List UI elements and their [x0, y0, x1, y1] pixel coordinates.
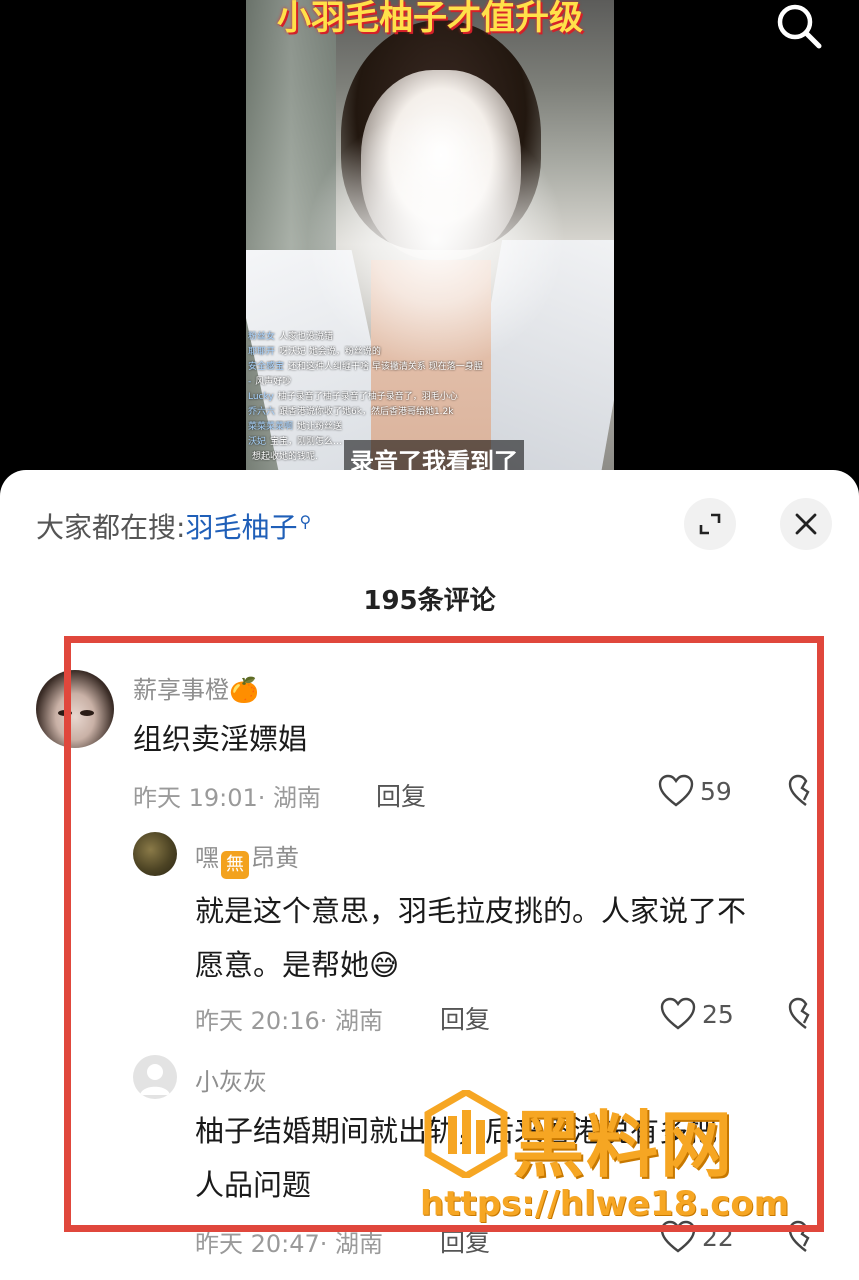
comment-nickname[interactable]: 小灰灰: [195, 1062, 267, 1097]
avatar-eye: [58, 710, 72, 716]
nickname-badge: 無: [221, 851, 249, 879]
comment-meta: 昨天 19:01· 湖南: [133, 784, 322, 812]
video-frame[interactable]: 小羽毛柚子才值升级 粉丝女 人家也没说错 耶耶开 呀沃妃 她会说，粉丝说的 安全感宝…: [246, 0, 614, 470]
chat-line: - 风声好吵: [248, 377, 292, 387]
orange-emoji: 🍊: [229, 676, 259, 704]
comment-nickname[interactable]: 嘿無昂黄: [195, 838, 299, 879]
expand-icon: [699, 513, 721, 535]
broken-heart-icon: [788, 997, 810, 1029]
video-title-overlay: 小羽毛柚子才值升级: [277, 0, 583, 38]
comment-text: 组织卖淫嫖娼: [133, 722, 308, 756]
trending-search-prefix: 大家都在搜:: [36, 511, 186, 544]
comment-text: 柚子结婚期间就出轨，后来香港说有多把 人品问题: [195, 1114, 718, 1202]
broken-heart-icon: [788, 774, 810, 806]
comment-meta: 昨天 20:47· 湖南: [195, 1230, 384, 1258]
chat-line: Lucky 柚子录音了柚子录音了柚子录音了，羽毛小心: [248, 392, 458, 402]
like-button[interactable]: 22: [660, 1220, 734, 1254]
video-player[interactable]: 小羽毛柚子才值升级 粉丝女 人家也没说错 耶耶开 呀沃妃 她会说，粉丝说的 安全感宝…: [0, 0, 859, 500]
like-count: 22: [702, 1222, 734, 1252]
close-icon: [795, 513, 817, 535]
heart-icon: [658, 774, 694, 807]
dislike-button[interactable]: [788, 1220, 818, 1258]
like-button[interactable]: 59: [658, 774, 732, 808]
avatar[interactable]: [36, 670, 114, 748]
reply-button[interactable]: 回复: [440, 1223, 490, 1259]
comment-text: 就是这个意思，羽毛拉皮挑的。人家说了不 愿意。是帮她😅: [195, 894, 747, 982]
default-avatar-icon: [140, 1064, 170, 1095]
comment-sheet: 大家都在搜:羽毛柚子 ⚲ 195条评论 薪享事橙🍊 组织卖淫嫖娼 昨天 19:01…: [0, 470, 859, 1280]
expand-button[interactable]: [684, 498, 736, 550]
search-mini-icon: ⚲: [299, 512, 312, 531]
comment-meta: 昨天 20:16· 湖南: [195, 1007, 384, 1035]
chat-line: 耶耶开 呀沃妃 她会说，粉丝说的: [248, 347, 381, 357]
trending-search-keyword[interactable]: 羽毛柚子: [185, 511, 297, 544]
chat-line: 乔六六 跟香港说你收了她6k，然后香港哥给她1.2k: [248, 407, 454, 417]
close-button[interactable]: [780, 498, 832, 550]
reply-button[interactable]: 回复: [440, 1000, 490, 1036]
dislike-button[interactable]: [788, 997, 818, 1035]
chat-line: 菜菜菜菜啊 她让粉丝送: [248, 422, 343, 432]
like-count: 59: [700, 776, 732, 806]
video-subtitle: 录音了我看到了: [344, 440, 524, 470]
comment-nickname[interactable]: 薪享事橙🍊: [133, 670, 259, 705]
comment-count-title: 195条评论: [363, 586, 496, 616]
chat-line: 粉丝女 人家也没说错: [248, 332, 334, 342]
avatar-eye: [80, 710, 94, 716]
like-button[interactable]: 25: [660, 997, 734, 1031]
like-count: 25: [702, 999, 734, 1029]
sweat-smile-emoji: 😅: [369, 948, 400, 982]
chat-line: 安全感宝 还和这种人纠缠干啥 早该撇清关系 现在落一身腥: [248, 362, 483, 372]
search-icon: [777, 4, 822, 49]
heart-icon: [660, 1220, 696, 1253]
avatar[interactable]: [133, 1055, 177, 1099]
search-button[interactable]: [770, 0, 830, 56]
broken-heart-icon: [788, 1220, 810, 1252]
dislike-button[interactable]: [788, 774, 818, 812]
avatar[interactable]: [133, 832, 177, 876]
heart-icon: [660, 997, 696, 1030]
trending-search-link[interactable]: 大家都在搜:羽毛柚子 ⚲: [36, 506, 311, 546]
reply-button[interactable]: 回复: [376, 777, 426, 813]
